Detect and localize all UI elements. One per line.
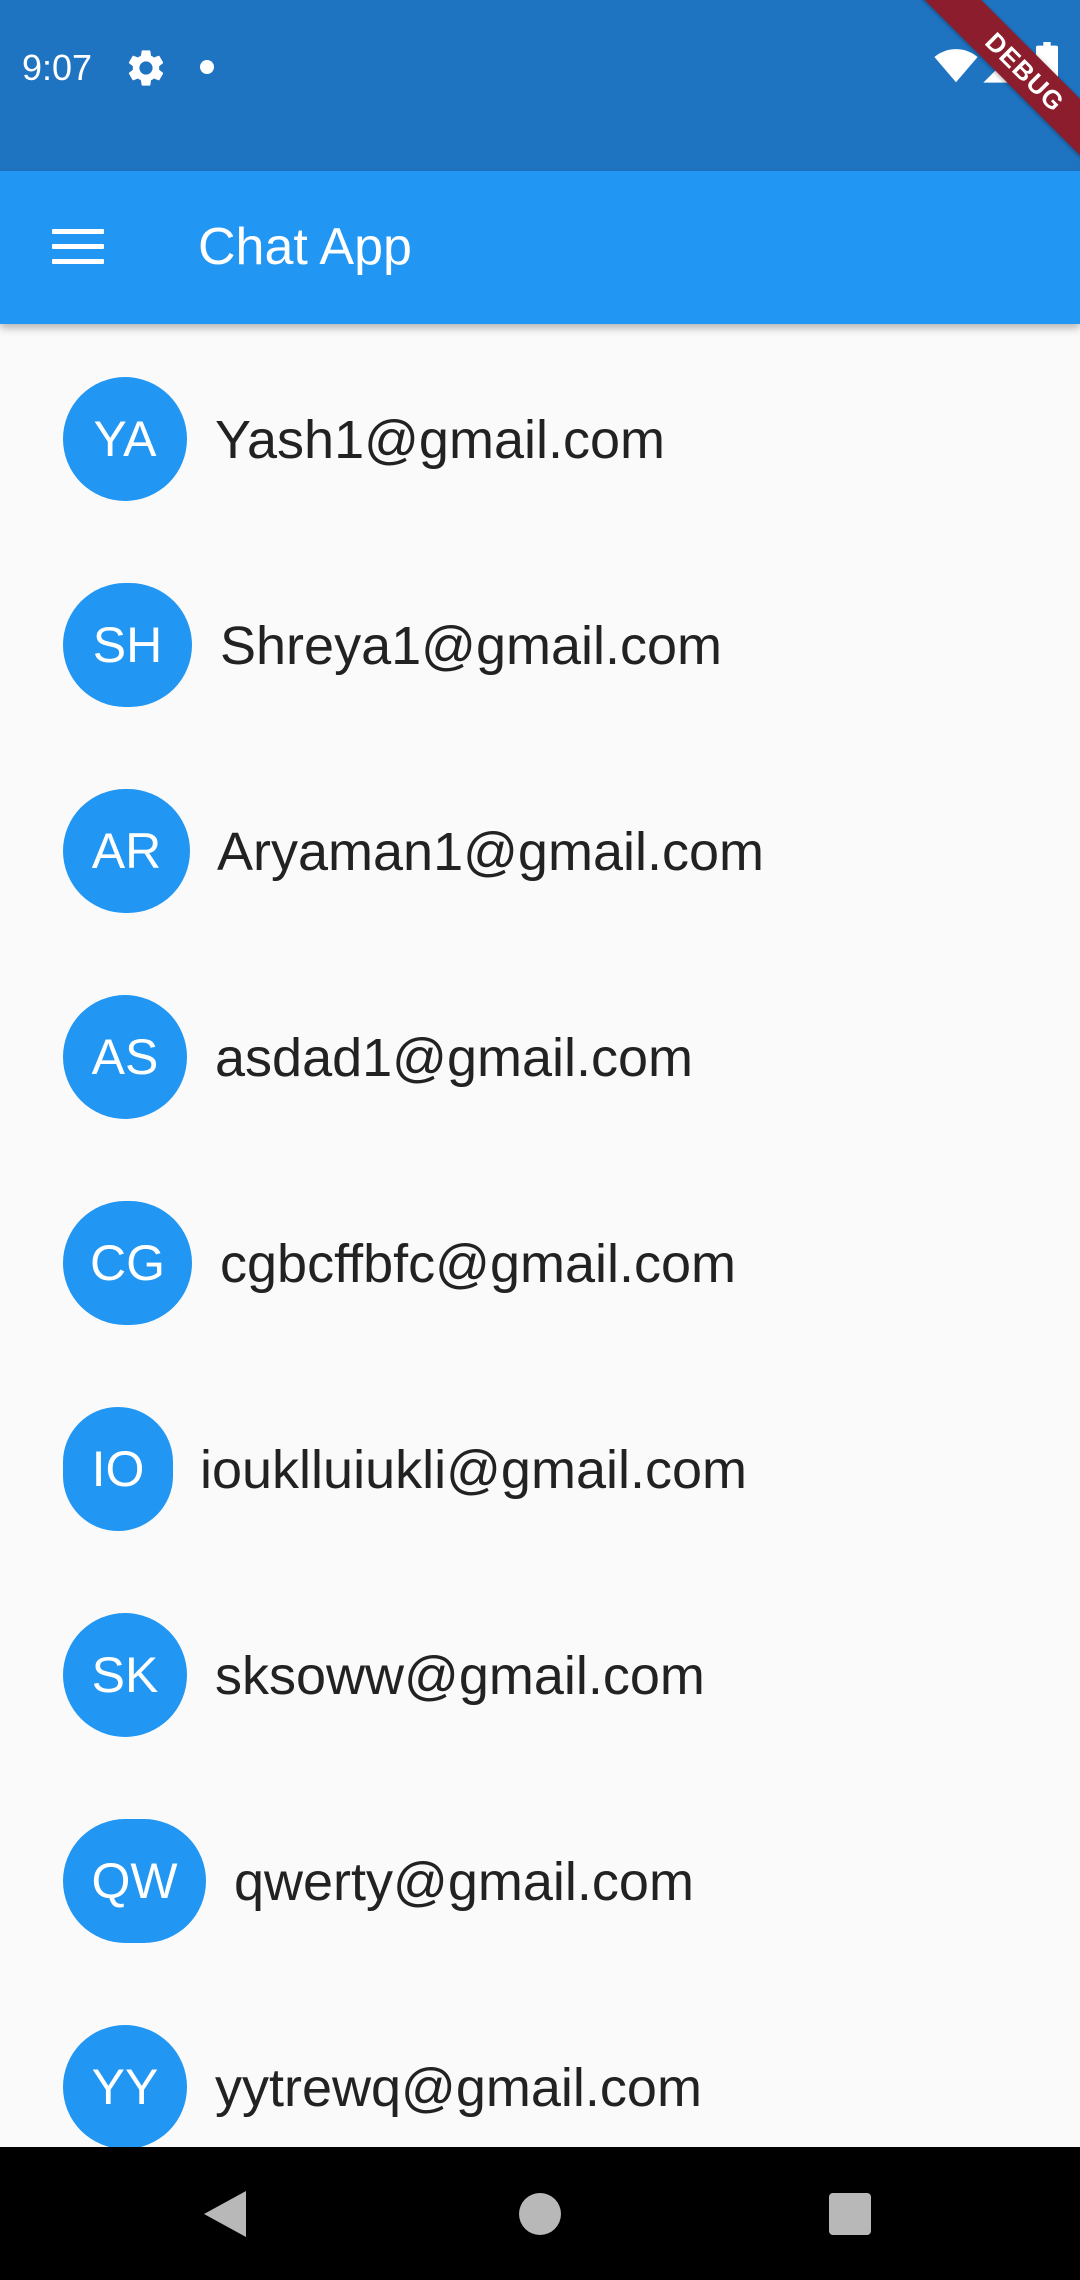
gear-icon: [128, 50, 164, 86]
avatar: YA: [63, 377, 187, 501]
contact-email: qwerty@gmail.com: [234, 1852, 694, 1912]
avatar: IO: [63, 1407, 173, 1531]
back-icon[interactable]: [202, 2189, 248, 2239]
status-bar: 9:07: [0, 0, 1080, 171]
list-item[interactable]: AS asdad1@gmail.com: [0, 942, 1080, 1148]
menu-button[interactable]: [30, 209, 126, 285]
avatar: YY: [63, 2025, 187, 2147]
list-item[interactable]: IO iouklluiukli@gmail.com: [0, 1354, 1080, 1560]
notification-dot-icon: [200, 60, 214, 74]
contact-email: Aryaman1@gmail.com: [217, 822, 764, 882]
contact-email: yytrewq@gmail.com: [215, 2058, 702, 2118]
avatar: CG: [63, 1201, 192, 1325]
avatar: QW: [63, 1819, 206, 1943]
recents-icon[interactable]: [829, 2193, 871, 2235]
list-item[interactable]: QW qwerty@gmail.com: [0, 1766, 1080, 1972]
wifi-icon: [934, 49, 978, 83]
home-icon[interactable]: [519, 2193, 561, 2235]
avatar: SK: [63, 1613, 187, 1737]
list-item[interactable]: YY yytrewq@gmail.com: [0, 1972, 1080, 2147]
contact-email: cgbcffbfc@gmail.com: [220, 1234, 737, 1294]
list-item[interactable]: AR Aryaman1@gmail.com: [0, 736, 1080, 942]
list-item[interactable]: CG cgbcffbfc@gmail.com: [0, 1148, 1080, 1354]
status-time: 9:07: [22, 47, 93, 88]
list-item[interactable]: YA Yash1@gmail.com: [0, 324, 1080, 530]
contact-email: Yash1@gmail.com: [215, 410, 665, 470]
avatar: AR: [63, 789, 190, 913]
avatar: SH: [63, 583, 192, 707]
list-item[interactable]: SK sksoww@gmail.com: [0, 1560, 1080, 1766]
navigation-bar: [0, 2147, 1080, 2280]
avatar: AS: [63, 995, 187, 1119]
screen: 9:07 DEBUG Chat App YA Yash1@gmail.com S…: [0, 0, 1080, 2280]
contact-email: asdad1@gmail.com: [215, 1028, 694, 1088]
list-item[interactable]: SH Shreya1@gmail.com: [0, 530, 1080, 736]
app-bar: Chat App: [0, 171, 1080, 324]
menu-icon: [52, 229, 104, 265]
contact-email: iouklluiukli@gmail.com: [200, 1440, 747, 1500]
page-title: Chat App: [198, 218, 412, 276]
contact-email: sksoww@gmail.com: [215, 1646, 705, 1706]
contact-email: Shreya1@gmail.com: [220, 616, 723, 676]
chat-list: YA Yash1@gmail.com SH Shreya1@gmail.com …: [0, 324, 1080, 2147]
